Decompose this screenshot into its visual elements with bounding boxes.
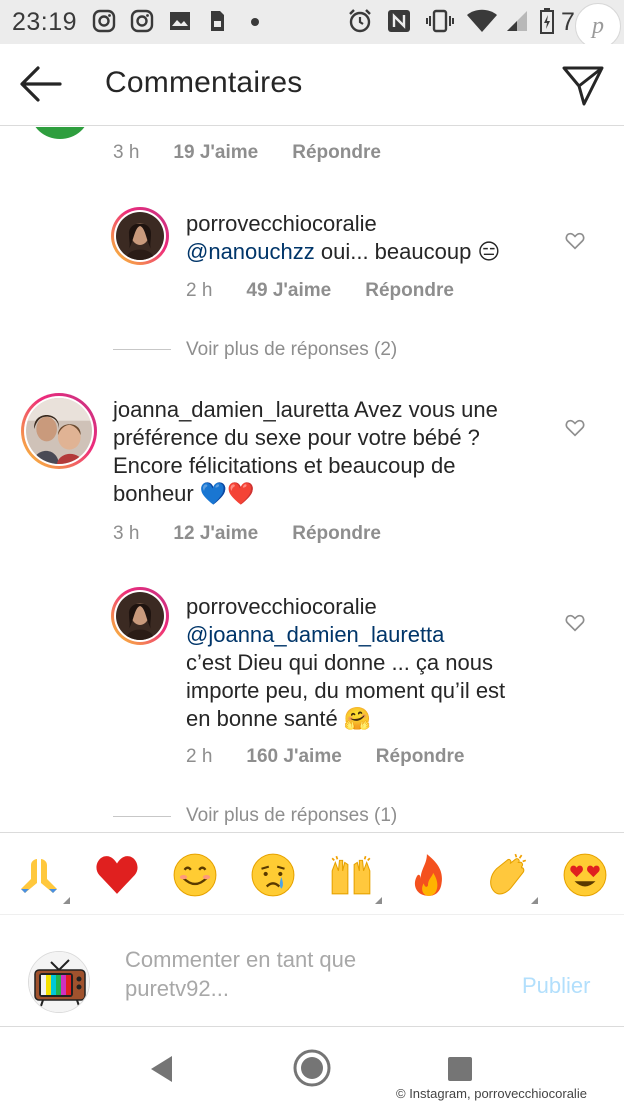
emoji-variant-indicator [531,897,538,904]
comment-body: porrovecchiocoralie @joanna_damien_laure… [186,593,566,733]
alarm-icon [349,9,371,33]
heart-icon[interactable] [564,612,586,634]
comment-text-line: importe peu, du moment qu’il est [186,678,506,703]
avatar[interactable] [31,127,89,139]
smiling-face-icon [173,853,217,897]
nav-back-icon[interactable] [148,1054,176,1084]
comment-composer: Commenter en tant que puretv92... Publie… [0,915,624,1027]
likes-count[interactable]: 49 J'aime [246,280,331,302]
instagram-icon [92,9,116,33]
avatar[interactable] [111,587,169,645]
sim-icon [211,11,224,31]
divider [113,349,171,350]
profile-photo [26,398,92,464]
comment-time: 3 h [113,523,140,544]
red-heart-icon [96,856,138,894]
heart-icon[interactable] [564,417,586,439]
comment-time: 2 h [186,280,213,301]
view-more-replies[interactable]: Voir plus de réponses (1) [186,805,397,827]
comment-username[interactable]: joanna_damien_lauretta [113,397,349,422]
instagram-icon [130,9,154,33]
reply-button[interactable]: Répondre [292,142,381,164]
comment-username[interactable]: porrovecchiocoralie [186,593,566,621]
comment-body: porrovecchiocoralie @nanouchzz oui... be… [186,210,566,266]
avatar[interactable] [111,207,169,265]
nfc-icon [388,10,410,32]
comment-text-line: en bonne santé 🤗 [186,706,372,731]
status-bar: 23:19 7 p [0,0,624,49]
reply-button[interactable]: Répondre [292,523,381,545]
comment-text: oui... beaucoup 😑 [314,239,501,264]
emoji-variant-indicator [63,897,70,904]
likes-count[interactable]: 12 J'aime [173,523,258,545]
avatar[interactable] [21,393,97,469]
emoji-heart[interactable] [93,851,141,899]
watermark-logo: p [575,3,621,49]
comment-text-line: bonheur 💙❤️ [113,481,255,506]
emoji-variant-indicator [375,897,382,904]
likes-count[interactable]: 160 J'aime [246,746,341,768]
image-icon [170,12,190,30]
raised-hands-icon [331,855,371,895]
comment-text-line: préférence du sexe pour votre bébé ? [113,425,480,450]
battery-percent: 7 [561,8,575,36]
comment-meta: 3 h 12 J'aime Répondre [113,523,381,545]
comment-meta: 2 h 49 J'aime Répondre [186,280,454,302]
comment-text-line: Avez vous une [349,397,498,422]
emoji-smile[interactable] [171,851,219,899]
mention-link[interactable]: @nanouchzz [186,239,315,264]
divider [113,816,171,817]
comment-time: 2 h [186,746,213,767]
arrow-left-icon[interactable] [18,64,64,104]
clapping-hands-icon [490,853,527,895]
heart-icon[interactable] [564,230,586,252]
comment-body: joanna_damien_lauretta Avez vous une pré… [113,396,553,508]
avatar[interactable] [28,951,90,1013]
publish-button[interactable]: Publier [522,973,590,999]
comment-input-placeholder: Commenter en tant que [125,947,357,972]
dot-icon [251,18,259,26]
comment-list[interactable]: 3 h 19 J'aime Répondre porrovecchiocoral… [0,127,624,832]
emoji-clap[interactable] [483,851,531,899]
likes-count[interactable]: 19 J'aime [173,142,258,164]
wifi-icon [467,9,497,32]
profile-photo [116,592,164,640]
status-time: 23:19 [12,8,78,36]
nav-home-icon[interactable] [292,1048,332,1088]
comment-input[interactable]: Commenter en tant que puretv92... [125,945,425,1003]
crying-face-icon [251,853,295,897]
comment-meta: 2 h 160 J'aime Répondre [186,746,464,768]
comment-text-line: Encore félicitations et beaucoup de [113,453,456,478]
heart-eyes-icon [563,853,607,897]
emoji-crying[interactable] [249,851,297,899]
profile-photo [116,212,164,260]
emoji-heart-eyes[interactable] [561,851,609,899]
image-credit: © Instagram, porrovecchiocoralie [396,1086,587,1101]
reply-button[interactable]: Répondre [365,280,454,302]
paper-plane-icon[interactable] [560,62,606,108]
signal-icon [507,11,527,31]
page-title: Commentaires [105,66,303,99]
pray-icon [21,859,57,893]
comment-input-placeholder: puretv92... [125,976,229,1001]
battery-icon [540,8,554,34]
mention-link[interactable]: @joanna_damien_lauretta [186,621,566,649]
retro-tv-icon [29,952,89,1012]
reply-button[interactable]: Répondre [376,746,465,768]
vibrate-icon [426,9,454,33]
emoji-raised-hands[interactable] [327,851,375,899]
nav-recents-icon[interactable] [446,1055,474,1083]
app-header: Commentaires [0,44,624,126]
comment-meta: 3 h 19 J'aime Répondre [113,142,381,164]
emoji-quick-bar [0,832,624,915]
emoji-fire[interactable] [405,851,453,899]
emoji-pray[interactable] [15,851,63,899]
comment-username[interactable]: porrovecchiocoralie [186,210,566,238]
comment-text-line: c’est Dieu qui donne ... ça nous [186,650,493,675]
view-more-replies[interactable]: Voir plus de réponses (2) [186,339,397,361]
fire-icon [414,854,442,896]
comment-time: 3 h [113,142,140,163]
